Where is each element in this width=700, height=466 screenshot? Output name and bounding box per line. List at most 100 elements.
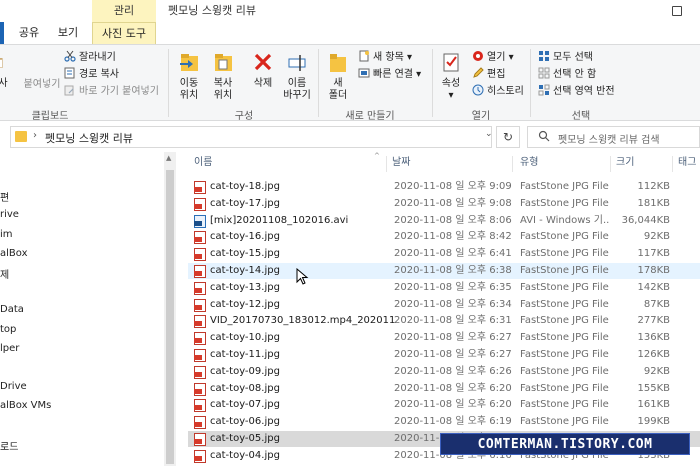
file-name: cat-toy-12.jpg <box>210 298 280 310</box>
search-box[interactable]: 펫모닝 스윙캣 리뷰 검색 <box>527 126 700 148</box>
file-date: 2020-11-08 일 오후 6:26 <box>394 365 512 377</box>
file-name: cat-toy-04.jpg <box>210 449 280 461</box>
rename-button[interactable]: 이름 바꾸기 <box>280 51 314 102</box>
file-row[interactable]: [mix]20201108_102016.avi 2020-11-08 일 오후 … <box>188 213 700 229</box>
file-row[interactable]: cat-toy-13.jpg 2020-11-08 일 오후 6:35 FastSt… <box>188 280 700 296</box>
move-to-button[interactable]: 이동 위치 <box>174 51 204 102</box>
copy-to-button[interactable]: 복사 위치 <box>208 51 238 102</box>
jpg-file-icon <box>194 181 206 194</box>
column-header-size[interactable]: 크기 <box>616 152 634 174</box>
select-none-button[interactable]: 선택 안 함 <box>538 67 596 82</box>
jpg-file-icon <box>194 365 206 379</box>
mouse-cursor-icon <box>296 268 309 285</box>
tab-view[interactable]: 보기 <box>52 22 84 44</box>
nav-scrollbar-thumb[interactable] <box>166 170 174 464</box>
open-button[interactable]: 열기 ▾ <box>472 50 514 65</box>
navigation-pane: 편 rive im alBox 제 Data top lper Drive al… <box>0 152 176 466</box>
file-row[interactable]: VID_20170730_183012.mp4_202011... 2020-11… <box>188 313 700 329</box>
easy-access-icon <box>358 68 370 78</box>
edit-button[interactable]: 편집 <box>472 67 505 82</box>
nav-item[interactable]: 로드 <box>0 438 18 453</box>
breadcrumb-chevron-icon[interactable]: › <box>33 130 37 141</box>
file-date: 2020-11-08 일 오후 6:41 <box>394 248 512 260</box>
file-row[interactable]: cat-toy-18.jpg 2020-11-08 일 오후 9:09 FastSt… <box>188 179 700 195</box>
maximize-button[interactable] <box>672 6 682 16</box>
file-row[interactable]: cat-toy-10.jpg 2020-11-08 일 오후 6:27 FastSt… <box>188 330 700 346</box>
select-none-icon <box>538 67 550 79</box>
column-header-type[interactable]: 유형 <box>520 152 538 174</box>
column-divider[interactable] <box>672 156 673 172</box>
nav-item[interactable]: alBox VMs <box>0 400 51 411</box>
refresh-button[interactable]: ↻ <box>496 126 520 148</box>
invert-selection-icon <box>538 84 550 96</box>
properties-button[interactable]: 속성 ▾ <box>436 51 466 102</box>
nav-item[interactable]: top <box>0 324 16 335</box>
file-date: 2020-11-08 일 오후 6:20 <box>394 399 512 411</box>
file-row[interactable]: cat-toy-09.jpg 2020-11-08 일 오후 6:26 FastSt… <box>188 364 700 380</box>
file-name: cat-toy-05.jpg <box>210 433 280 444</box>
column-header-tags[interactable]: 태그 <box>678 152 696 174</box>
easy-access-button[interactable]: 빠른 연결 ▾ <box>358 67 421 82</box>
select-all-button[interactable]: 모두 선택 <box>538 50 593 65</box>
cut-button[interactable]: 잘라내기 <box>64 50 116 65</box>
paste-shortcut-button[interactable]: 바로 가기 붙여넣기 <box>64 84 159 99</box>
file-type: FastStone JPG File <box>520 332 609 344</box>
new-folder-label-2: 폴더 <box>328 90 348 101</box>
nav-item[interactable]: alBox <box>0 248 28 259</box>
file-name: cat-toy-09.jpg <box>210 365 280 377</box>
nav-item[interactable]: Drive <box>0 381 27 392</box>
new-folder-button[interactable]: 새 폴더 <box>326 51 350 102</box>
invert-selection-label: 선택 영역 반전 <box>553 86 615 97</box>
jpg-file-icon <box>194 248 206 262</box>
file-row[interactable]: cat-toy-17.jpg 2020-11-08 일 오후 9:08 FastSt… <box>188 196 700 212</box>
copy-to-label-1: 복사 <box>213 78 233 89</box>
file-row[interactable]: cat-toy-12.jpg 2020-11-08 일 오후 6:34 FastSt… <box>188 297 700 313</box>
column-header-name[interactable]: 이름 <box>194 152 212 174</box>
jpg-file-icon <box>194 399 206 413</box>
file-date: 2020-11-08 일 오후 6:19 <box>394 416 512 428</box>
organize-group-label: 구성 <box>234 111 254 122</box>
file-name: cat-toy-18.jpg <box>210 181 280 192</box>
properties-icon <box>443 53 459 72</box>
move-to-label-2: 위치 <box>179 90 199 101</box>
column-divider[interactable] <box>386 156 387 172</box>
address-bar[interactable]: › 펫모닝 스윙캣 리뷰 ⌄ <box>10 126 493 148</box>
file-row[interactable]: cat-toy-15.jpg 2020-11-08 일 오후 6:41 FastSt… <box>188 246 700 262</box>
nav-item[interactable]: rive <box>0 209 19 220</box>
cut-label: 잘라내기 <box>79 52 116 63</box>
file-type: FastStone JPG File <box>520 281 609 293</box>
nav-item[interactable]: Data <box>0 304 24 315</box>
tab-picture-tools[interactable]: 사진 도구 <box>92 22 156 44</box>
invert-selection-button[interactable]: 선택 영역 반전 <box>538 84 615 99</box>
nav-item[interactable]: lper <box>0 343 19 354</box>
new-item-button[interactable]: 새 항목 ▾ <box>358 50 412 65</box>
file-row[interactable]: cat-toy-07.jpg 2020-11-08 일 오후 6:20 FastSt… <box>188 397 700 413</box>
nav-item[interactable]: 편 <box>0 189 9 204</box>
column-divider[interactable] <box>610 156 611 172</box>
file-row[interactable]: cat-toy-16.jpg 2020-11-08 일 오후 8:42 FastSt… <box>188 229 700 245</box>
file-name: cat-toy-07.jpg <box>210 399 280 411</box>
delete-button[interactable]: 삭제 <box>248 51 278 90</box>
column-header-date[interactable]: 날짜 <box>392 152 410 174</box>
new-folder-label-1: 새 <box>333 78 343 89</box>
delete-x-icon <box>254 53 272 71</box>
video-file-icon <box>194 214 206 228</box>
scroll-up-arrow-icon[interactable]: ▲ <box>166 154 171 162</box>
nav-item[interactable]: 제 <box>0 266 9 281</box>
copy-path-button[interactable]: 경로 복사 <box>64 67 119 82</box>
tab-file[interactable] <box>0 22 4 44</box>
file-row[interactable]: cat-toy-14.jpg 2020-11-08 일 오후 6:38 FastSt… <box>188 263 700 279</box>
file-row[interactable]: cat-toy-11.jpg 2020-11-08 일 오후 6:27 FastSt… <box>188 347 700 363</box>
search-input[interactable]: 펫모닝 스윙캣 리뷰 검색 <box>558 131 660 146</box>
paste-button[interactable]: 붙여넣기 <box>22 79 62 91</box>
nav-scrollbar[interactable]: ▲ <box>164 152 176 466</box>
tab-share[interactable]: 공유 <box>14 22 44 44</box>
address-dropdown-icon[interactable]: ⌄ <box>485 129 493 139</box>
file-row[interactable]: cat-toy-06.jpg 2020-11-08 일 오후 6:19 FastSt… <box>188 414 700 430</box>
breadcrumb-current-folder[interactable]: 펫모닝 스윙캣 리뷰 <box>45 130 133 146</box>
nav-item[interactable]: im <box>0 229 13 240</box>
column-divider[interactable] <box>512 156 513 172</box>
paste-partial-button[interactable]: 사 <box>0 51 10 90</box>
file-row[interactable]: cat-toy-08.jpg 2020-11-08 일 오후 6:20 FastSt… <box>188 381 700 397</box>
history-button[interactable]: 히스토리 <box>472 84 524 99</box>
